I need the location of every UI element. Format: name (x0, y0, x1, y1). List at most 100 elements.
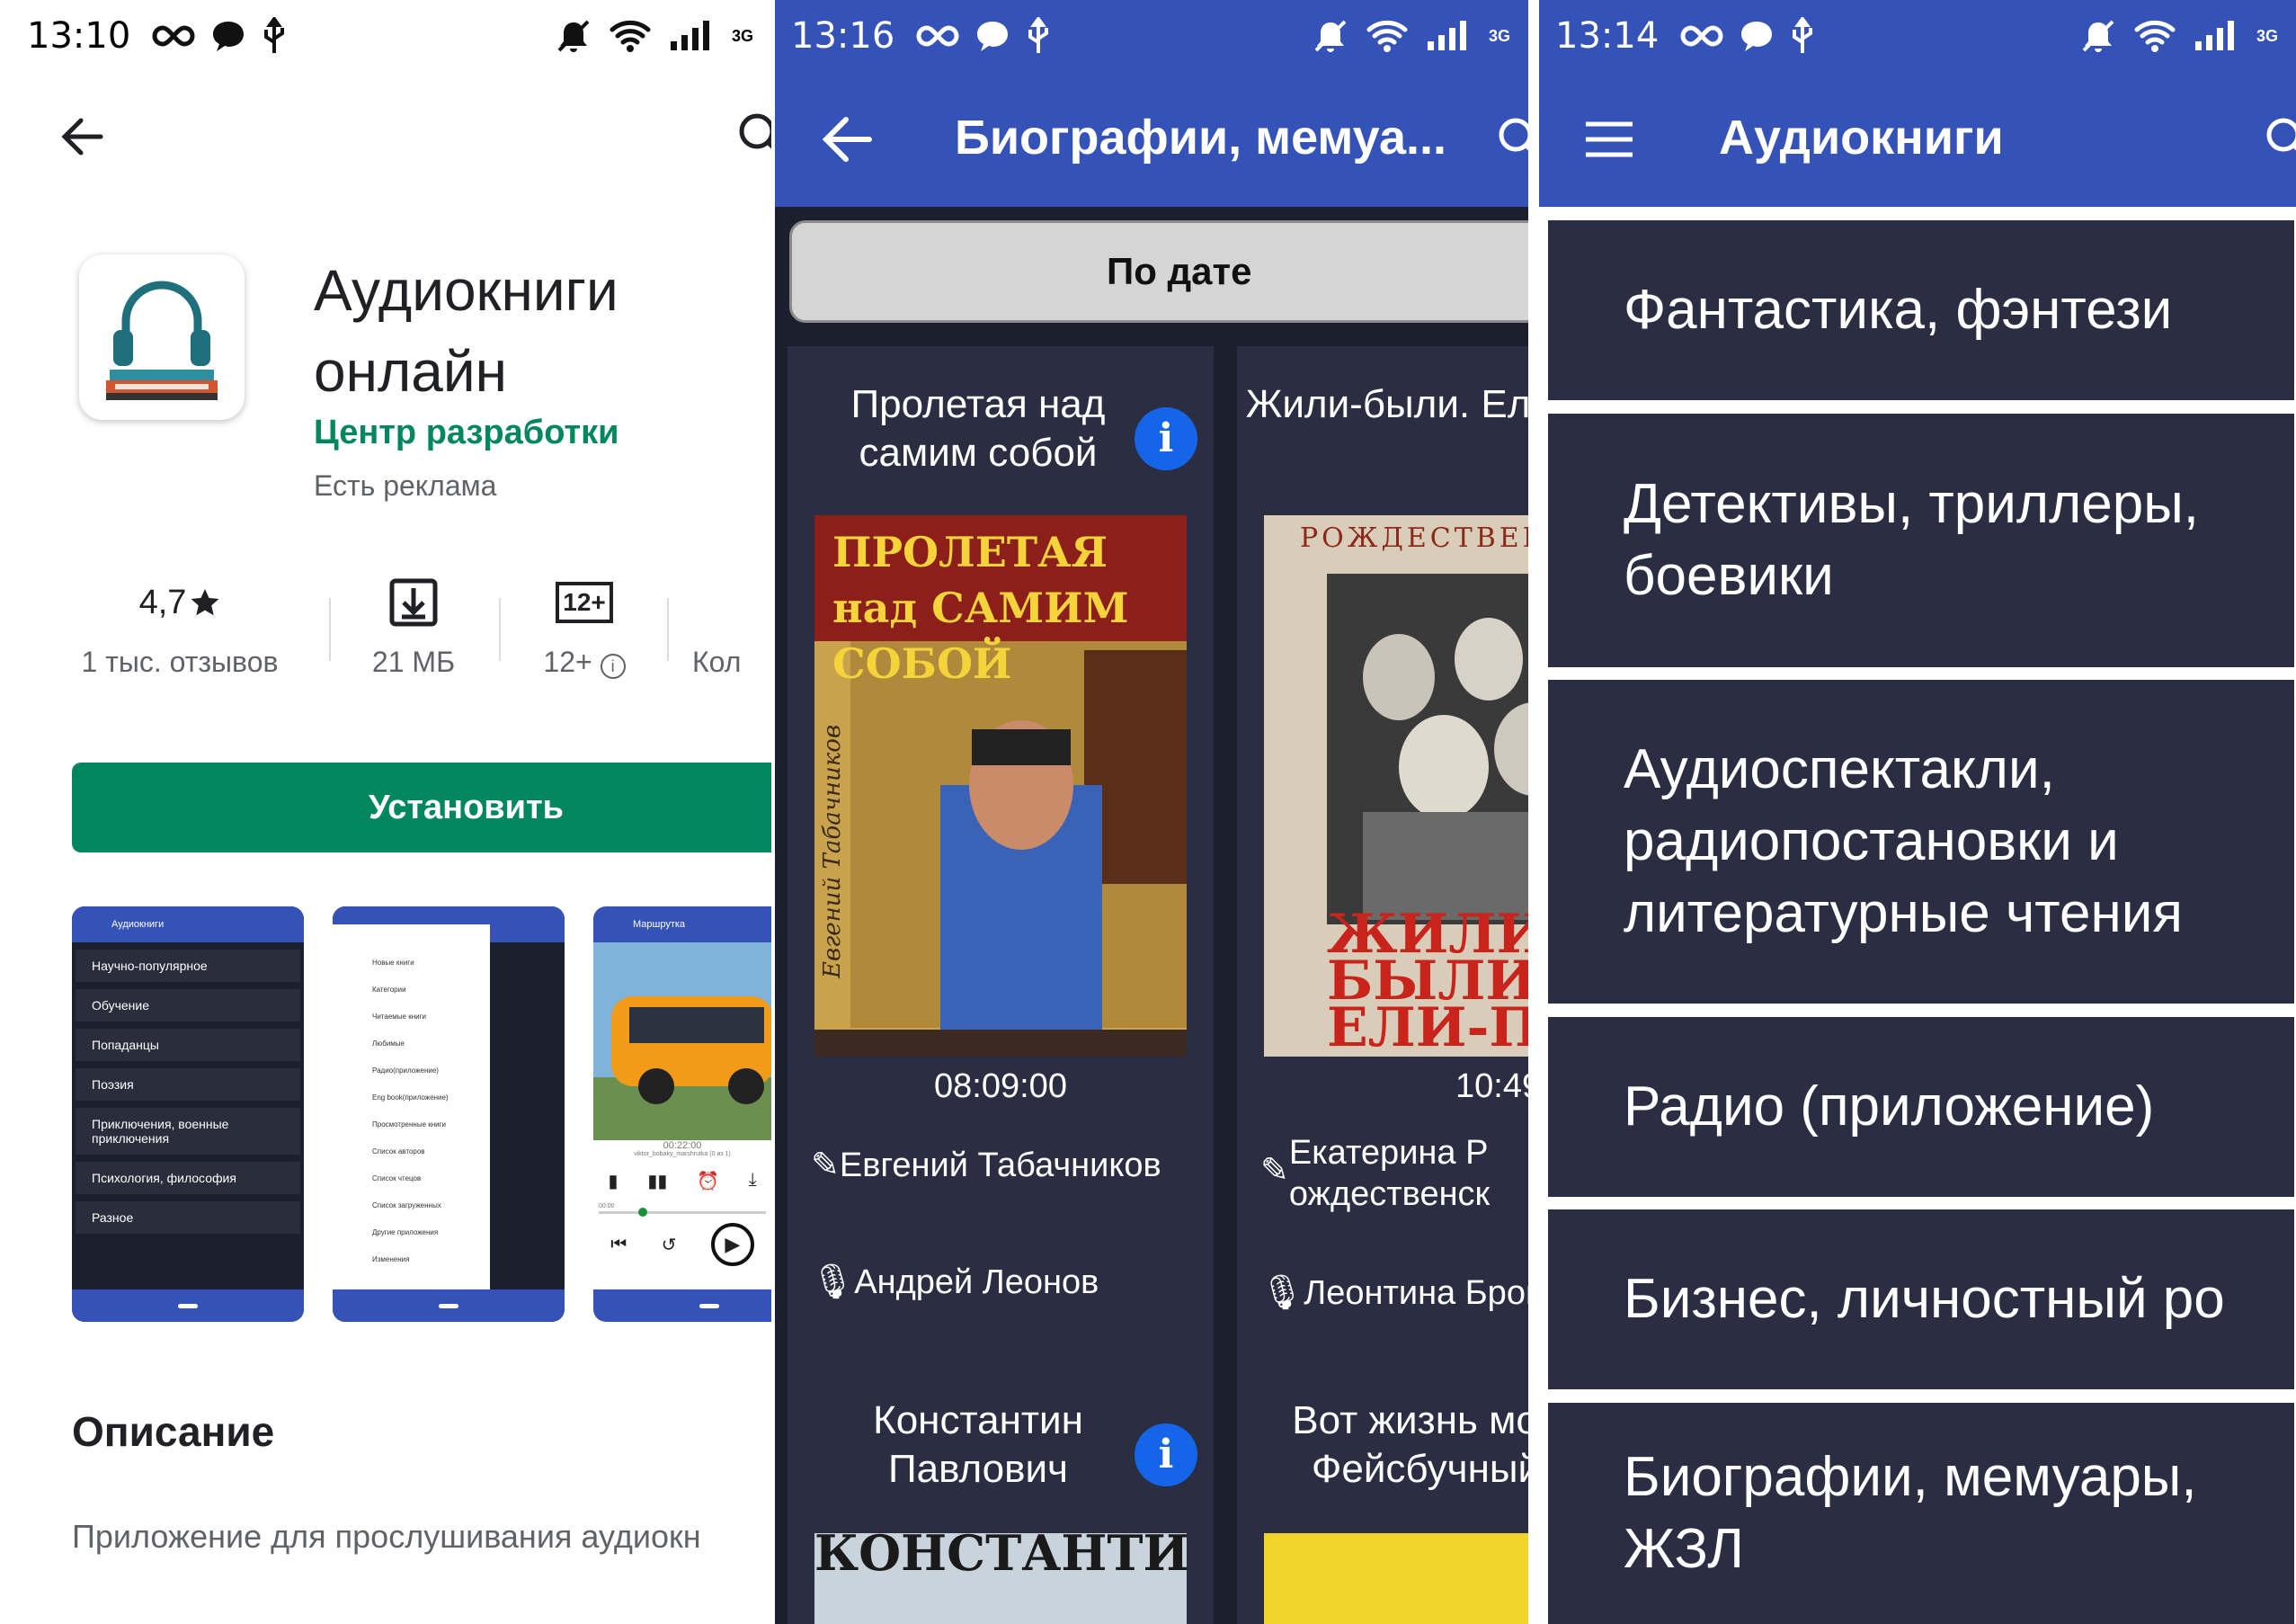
categories-screen: 13:14 3G Аудиокниги Фантастика, фэнтези … (1539, 0, 2296, 1624)
back-arrow-icon[interactable] (56, 110, 110, 164)
book-cover: КОНСТАНТИН ПАВЛОВИ (814, 1533, 1187, 1624)
menu-icon[interactable] (1582, 117, 1636, 162)
thumb-drawer: Новые книги Категории Читаемые книги Люб… (333, 924, 490, 1289)
thumb-menu-item: Радио(приложение) (372, 1066, 439, 1075)
category-label: Детективы, триллеры, боевики (1624, 473, 2200, 607)
reader-row: 🎙Леонтина Брои (1260, 1272, 1528, 1314)
status-time: 13:10 (27, 15, 131, 57)
category-label: Фантастика, фэнтези (1624, 279, 2173, 341)
description-text: Приложение для прослушивания аудиокн (72, 1518, 701, 1555)
book-title: Пролетая над самим собой (850, 382, 1106, 475)
screenshot-thumbnail[interactable]: Аудиокниги Научно-популярное Обучение По… (72, 906, 304, 1322)
book-card[interactable]: Жили-были. Ели-пили РОЖДЕСТВЕН ЖИЛИ- БЫЛ… (1237, 346, 1528, 1367)
cover-title: КОНСТАНТИН ПАВЛОВИ (814, 1533, 1187, 1582)
thumb-menu-item: Категории (372, 986, 406, 994)
thumb-item: Попаданцы (76, 1029, 300, 1061)
book-cover: ПРОЛЕТАЯ над САМИМ СОБОЙ Евгений Табачни… (814, 515, 1187, 1057)
cover-title: ЖИЛИ- БЫЛИ, ЕЛИ-ПИЛ (1327, 903, 1528, 1057)
more-stat: Кол (692, 576, 771, 679)
mic-icon: 🎙 (811, 1263, 855, 1301)
app-title: Аудиокниги онлайн (314, 258, 618, 404)
download-icon: ⤓ (748, 1170, 757, 1190)
author-row: ✎Екатерина Рождественск (1260, 1132, 1496, 1215)
search-icon[interactable] (734, 108, 771, 162)
infinity-icon (152, 25, 195, 47)
category-item[interactable]: Фантастика, фэнтези (1548, 220, 2294, 400)
mute-bell-icon (557, 20, 590, 52)
usb-icon (1793, 17, 1813, 53)
description-heading: Описание (72, 1408, 275, 1455)
screenshot-thumbnail[interactable]: Новые книги Категории Читаемые книги Люб… (333, 906, 565, 1322)
chat-icon (977, 22, 1009, 51)
page-title: Биографии, мемуа... (955, 111, 1447, 165)
equalizer-icon: ▮▮ (647, 1172, 668, 1191)
status-bar: 13:14 3G (1539, 0, 2296, 72)
play-store-screen: 13:10 3G Аудиокниги онлайн Центр разрабо… (0, 0, 771, 1624)
app-icon (79, 254, 245, 420)
thumb-appbar: Аудиокниги (72, 906, 304, 942)
signal-icon (1427, 21, 1466, 50)
book-title: Вот жизнь моя Фейсбучный (1292, 1398, 1528, 1491)
author-row: ✎Евгений Табачников (811, 1145, 1161, 1186)
developer-link[interactable]: Центр разработки (314, 414, 618, 452)
wifi-icon (2134, 20, 2176, 52)
thumb-menu-item: Любимые (372, 1040, 405, 1048)
search-icon[interactable] (2260, 112, 2296, 165)
rating-stat[interactable]: 4,7 1 тыс. отзывов (54, 576, 306, 679)
thumb-pos: 00:00 (599, 1203, 615, 1209)
category-item[interactable]: Биографии, мемуары, ЖЗЛ (1548, 1403, 2294, 1624)
category-item[interactable]: Аудиоспектакли, радиопостановки и литера… (1548, 680, 2294, 1004)
alarm-icon: ⏰ (697, 1172, 719, 1191)
star-icon (191, 589, 219, 616)
book-duration: 10:49:00 (1455, 1067, 1528, 1105)
info-icon[interactable]: i (1135, 407, 1197, 470)
size-stat: 21 МБ (351, 576, 476, 679)
cover-author: Евгений Табачников (819, 724, 846, 978)
thumb-item: Разное (76, 1201, 300, 1234)
usb-icon (1028, 17, 1049, 53)
book-card[interactable]: Вот жизнь моя Фейсбучный (1237, 1362, 1528, 1624)
reader-row: 🎙Андрей Леонов (811, 1262, 1099, 1303)
sort-by-date-button[interactable]: По дате (789, 220, 1528, 323)
thumb-menu-item: Список загруженных (372, 1201, 441, 1209)
info-icon[interactable]: i (1135, 1423, 1197, 1486)
age-stat[interactable]: 12+ 12+ i (521, 576, 647, 679)
info-icon: i (600, 654, 626, 679)
category-item[interactable]: Радио (приложение) (1548, 1017, 2294, 1197)
thumb-menu-item: Другие приложения (372, 1228, 439, 1236)
mic-icon: 🎙 (1260, 1274, 1304, 1312)
usb-icon (264, 17, 285, 53)
thumb-appbar: Маршрутка (593, 906, 771, 942)
divider (499, 598, 501, 661)
category-item[interactable]: Детективы, триллеры, боевики (1548, 414, 2294, 667)
thumb-menu-item: Eng book(приложение) (372, 1093, 449, 1102)
status-bar: 13:10 3G (0, 0, 771, 72)
screenshot-thumbnail[interactable]: Маршрутка 00:22:00 viktor_bobaky_marshru… (593, 906, 771, 1322)
thumb-menu-item: Изменения (372, 1255, 410, 1263)
category-label: Бизнес, личностный ро (1624, 1268, 2225, 1330)
install-button[interactable]: Установить (72, 763, 771, 852)
bus-image (593, 942, 771, 1140)
rating-value: 4,7 (138, 583, 187, 621)
thumb-item: Научно-популярное (76, 950, 300, 982)
category-label: Радио (приложение) (1624, 1075, 2155, 1138)
book-cover (1264, 1533, 1528, 1624)
thumb-menu-item: Список чтецов (372, 1174, 422, 1182)
back-arrow-icon[interactable] (815, 108, 878, 171)
app-bar: Биографии, мемуа... (775, 72, 1528, 207)
thumb-menu-item: Новые книги (372, 959, 414, 967)
reader-name: Леонтина Брои (1304, 1274, 1528, 1312)
book-card[interactable]: Константин Павлович i КОНСТАНТИН ПАВЛОВИ (788, 1362, 1214, 1624)
app-size: 21 МБ (371, 646, 456, 678)
mute-bell-icon (1314, 20, 1347, 52)
category-item[interactable]: Бизнес, личностный ро (1548, 1209, 2294, 1389)
thumb-navbar (333, 1289, 565, 1322)
thumb-menu-item: Список авторов (372, 1147, 425, 1156)
pencil-icon: ✎ (811, 1147, 840, 1184)
thumb-menu-item: Просмотренные книги (372, 1120, 447, 1129)
book-card[interactable]: Пролетая над самим собой i ПРОЛЕТАЯ над … (788, 346, 1214, 1367)
bookmark-icon: ▮ (608, 1172, 618, 1191)
book-list-screen: 13:16 3G Биографии, мемуа... По дате Про… (775, 0, 1528, 1624)
search-icon[interactable] (1492, 112, 1528, 165)
skip-previous-icon: ⏮ (610, 1234, 627, 1254)
